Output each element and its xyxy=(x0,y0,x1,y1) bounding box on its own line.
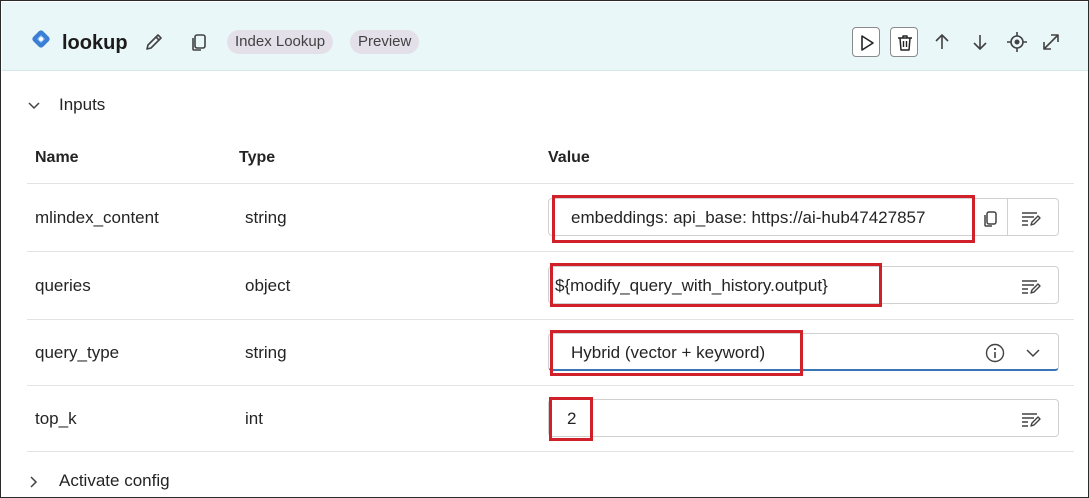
delete-button[interactable] xyxy=(890,27,918,57)
chevron-down-icon[interactable] xyxy=(1022,342,1044,364)
row-name-top-k: top_k xyxy=(35,409,77,428)
target-icon[interactable] xyxy=(1006,31,1028,53)
column-header-type: Type xyxy=(239,149,276,166)
info-icon[interactable] xyxy=(984,342,1006,364)
pencil-icon[interactable] xyxy=(143,31,165,53)
activate-config-label: Activate config xyxy=(59,471,170,490)
mlindex-content-input[interactable]: embeddings: api_base: https://ai-hub4742… xyxy=(548,198,1059,236)
row-type-top-k: int xyxy=(245,409,263,428)
node-panel: lookup Index Lookup Preview Inputs Name … xyxy=(0,0,1089,498)
queries-input[interactable]: ${modify_query_with_history.output} xyxy=(548,266,1059,304)
play-icon xyxy=(861,35,874,51)
text-edit-icon[interactable] xyxy=(1019,408,1041,430)
row-type-query-type: string xyxy=(245,343,287,362)
chevron-down-icon xyxy=(28,102,40,110)
row-divider xyxy=(27,183,1074,184)
row-divider xyxy=(27,385,1074,386)
node-title: lookup xyxy=(62,32,128,54)
row-divider xyxy=(27,451,1074,452)
text-edit-icon[interactable] xyxy=(1019,275,1041,297)
trash-icon xyxy=(898,35,912,51)
chevron-right-icon xyxy=(30,476,38,488)
inputs-section-label: Inputs xyxy=(59,95,106,114)
row-name-mlindex-content: mlindex_content xyxy=(35,208,159,227)
row-type-mlindex-content: string xyxy=(245,208,287,227)
top-k-input[interactable]: 2 xyxy=(548,399,1059,437)
column-header-value: Value xyxy=(548,149,590,166)
copy-icon[interactable] xyxy=(982,207,1000,229)
row-divider xyxy=(27,251,1074,252)
row-name-queries: queries xyxy=(35,276,91,295)
copy-icon[interactable] xyxy=(188,31,210,53)
top-k-value: 2 xyxy=(567,409,577,428)
row-name-query-type: query_type xyxy=(35,343,120,362)
queries-value: ${modify_query_with_history.output} xyxy=(555,276,828,295)
field-separator xyxy=(1007,199,1008,235)
row-divider xyxy=(27,319,1074,320)
node-type-icon xyxy=(32,30,50,48)
query-type-dropdown[interactable]: Hybrid (vector + keyword) xyxy=(548,333,1059,371)
text-edit-icon[interactable] xyxy=(1019,207,1041,229)
query-type-selected-value: Hybrid (vector + keyword) xyxy=(571,343,766,362)
row-type-queries: object xyxy=(245,276,291,295)
badge-preview: Preview xyxy=(350,30,420,54)
expand-icon[interactable] xyxy=(1040,31,1062,53)
run-button[interactable] xyxy=(852,27,880,57)
arrow-up-icon[interactable] xyxy=(931,31,953,53)
arrow-down-icon[interactable] xyxy=(969,31,991,53)
node-header: lookup Index Lookup Preview xyxy=(2,2,1088,71)
badge-index-lookup: Index Lookup xyxy=(227,30,334,54)
column-header-name: Name xyxy=(35,149,79,166)
mlindex-content-value: embeddings: api_base: https://ai-hub4742… xyxy=(571,208,926,227)
